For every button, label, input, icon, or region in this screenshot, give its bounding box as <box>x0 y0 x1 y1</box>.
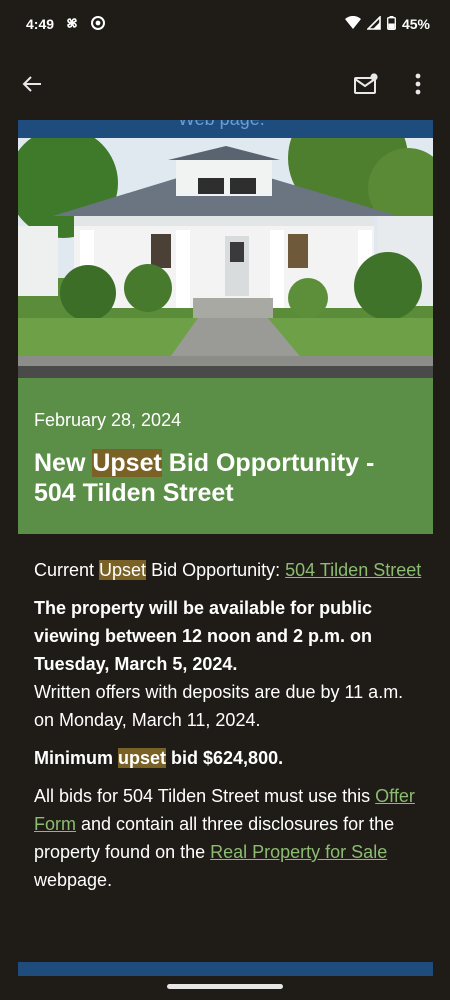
article-headline: New Upset Bid Opportunity - 504 Tilden S… <box>34 449 375 507</box>
battery-percent: 45% <box>401 16 430 32</box>
viewing-paragraph: The property will be available for publi… <box>34 594 424 734</box>
back-button[interactable] <box>16 68 48 100</box>
wifi-icon <box>344 15 361 33</box>
bottom-banner-strip <box>18 962 433 976</box>
minimum-bid-paragraph: Minimum upset bid $624,800. <box>34 748 284 768</box>
article-date: February 28, 2024 <box>34 410 182 430</box>
cell-signal-icon <box>366 14 381 33</box>
search-highlight: Upset <box>99 560 147 580</box>
offers-text: Written offers with deposits are due by … <box>34 682 404 730</box>
article-header: February 28, 2024 New Upset Bid Opportun… <box>18 378 433 534</box>
viewing-text: The property will be available for publi… <box>34 598 373 674</box>
article-body: Current Upset Bid Opportunity: 504 Tilde… <box>34 556 424 904</box>
search-highlight: Upset <box>92 449 162 477</box>
bid-instructions-paragraph: All bids for 504 Tilden Street must use … <box>34 786 415 890</box>
web-page-link[interactable]: Web page. <box>178 120 265 130</box>
top-app-bar <box>0 48 450 120</box>
email-body: Web page. <box>0 120 450 1000</box>
circle-app-icon <box>90 15 106 34</box>
home-indicator[interactable] <box>167 984 283 989</box>
status-time: 4:49 <box>26 16 55 32</box>
pinwheel-icon <box>64 15 80 34</box>
real-property-link[interactable]: Real Property for Sale <box>210 842 387 862</box>
status-bar: 4:49 45% <box>0 0 450 48</box>
current-opportunity-paragraph: Current Upset Bid Opportunity: 504 Tilde… <box>34 560 422 580</box>
arrow-back-icon <box>22 76 41 92</box>
more-options-button[interactable] <box>402 68 434 100</box>
battery-icon <box>387 15 396 33</box>
mark-unread-button[interactable] <box>350 68 382 100</box>
top-banner-strip: Web page. <box>18 120 433 138</box>
more-vert-icon <box>415 73 421 95</box>
mark-unread-icon <box>354 73 378 94</box>
search-highlight: upset <box>118 748 167 768</box>
property-link[interactable]: 504 Tilden Street <box>285 560 421 580</box>
